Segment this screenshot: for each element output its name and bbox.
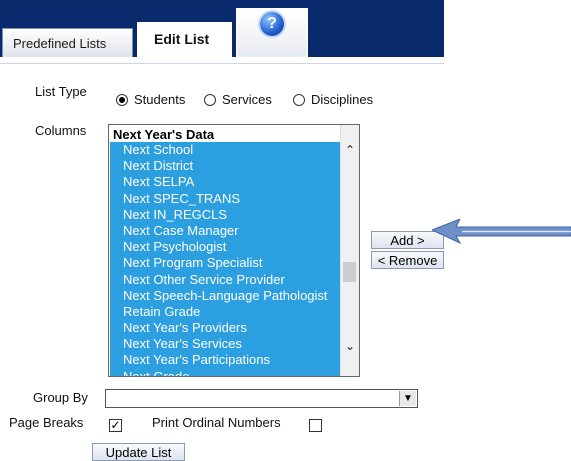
scroll-down-icon[interactable]: ⌄ — [342, 339, 358, 355]
columns-list-item[interactable]: Next Grade — [110, 368, 342, 376]
group-by-select[interactable]: ▼ — [105, 389, 418, 408]
print-ordinal-label: Print Ordinal Numbers — [152, 415, 281, 430]
columns-list-item[interactable]: Next Year's Providers — [110, 320, 342, 337]
radio-students[interactable] — [116, 94, 128, 106]
columns-list-item[interactable]: Next Speech-Language Pathologist — [110, 287, 342, 304]
scroll-up-icon[interactable]: ⌃ — [342, 143, 358, 159]
tab-predefined-label: Predefined Lists — [13, 36, 107, 51]
tab-help[interactable]: ? — [236, 8, 308, 57]
radio-services[interactable] — [204, 94, 216, 106]
list-type-label: List Type — [35, 84, 87, 99]
update-list-button[interactable]: Update List — [92, 443, 185, 461]
remove-button[interactable]: < Remove — [371, 251, 444, 269]
radio-services-label: Services — [222, 92, 272, 107]
columns-list-item[interactable]: Retain Grade — [110, 303, 342, 321]
chevron-down-icon[interactable]: ▼ — [399, 391, 416, 406]
page-breaks-checkbox[interactable]: ✓ — [109, 419, 122, 432]
radio-disciplines-label: Disciplines — [311, 92, 374, 107]
columns-list-item[interactable]: Next School — [110, 142, 342, 159]
columns-list-item[interactable]: Next SELPA — [110, 174, 342, 191]
help-icon[interactable]: ? — [260, 12, 284, 36]
columns-list-item[interactable]: Next Psychologist — [110, 239, 342, 256]
columns-list-item[interactable]: Next Year's Services — [110, 336, 342, 353]
columns-list-item[interactable]: Next Other Service Provider — [110, 271, 342, 288]
columns-list-item[interactable]: Next Case Manager — [110, 222, 342, 240]
tab-edit-label: Edit List — [154, 31, 210, 47]
tab-bar: Predefined Lists Edit List ? — [0, 0, 571, 57]
columns-list-item[interactable]: Next District — [110, 158, 342, 175]
tab-underline — [0, 63, 444, 64]
columns-group-header: Next Year's Data — [113, 127, 215, 142]
page-breaks-label: Page Breaks — [9, 415, 84, 430]
columns-list-item[interactable]: Next SPEC_TRANS — [110, 190, 342, 207]
tab-predefined-lists[interactable]: Predefined Lists — [2, 28, 133, 57]
columns-listbox[interactable]: Next Year's Data Next School Next Distric… — [108, 124, 360, 377]
group-by-label: Group By — [33, 390, 88, 405]
columns-list-item[interactable]: Next Program Specialist — [110, 255, 342, 272]
tab-edit-list[interactable]: Edit List — [137, 22, 232, 57]
columns-scrollbar[interactable]: ⌃ ⌄ — [340, 125, 359, 376]
radio-disciplines[interactable] — [293, 94, 305, 106]
pointer-arrow-icon — [432, 219, 571, 245]
columns-list-item[interactable]: Next IN_REGCLS — [110, 206, 342, 223]
columns-label: Columns — [35, 123, 87, 138]
columns-list[interactable]: Next School Next District Next SELPA Next S… — [110, 142, 342, 376]
print-ordinal-checkbox[interactable] — [309, 419, 322, 432]
scroll-thumb[interactable] — [343, 262, 356, 282]
radio-students-label: Students — [134, 92, 186, 107]
columns-list-item[interactable]: Next Year's Participations — [110, 352, 342, 369]
